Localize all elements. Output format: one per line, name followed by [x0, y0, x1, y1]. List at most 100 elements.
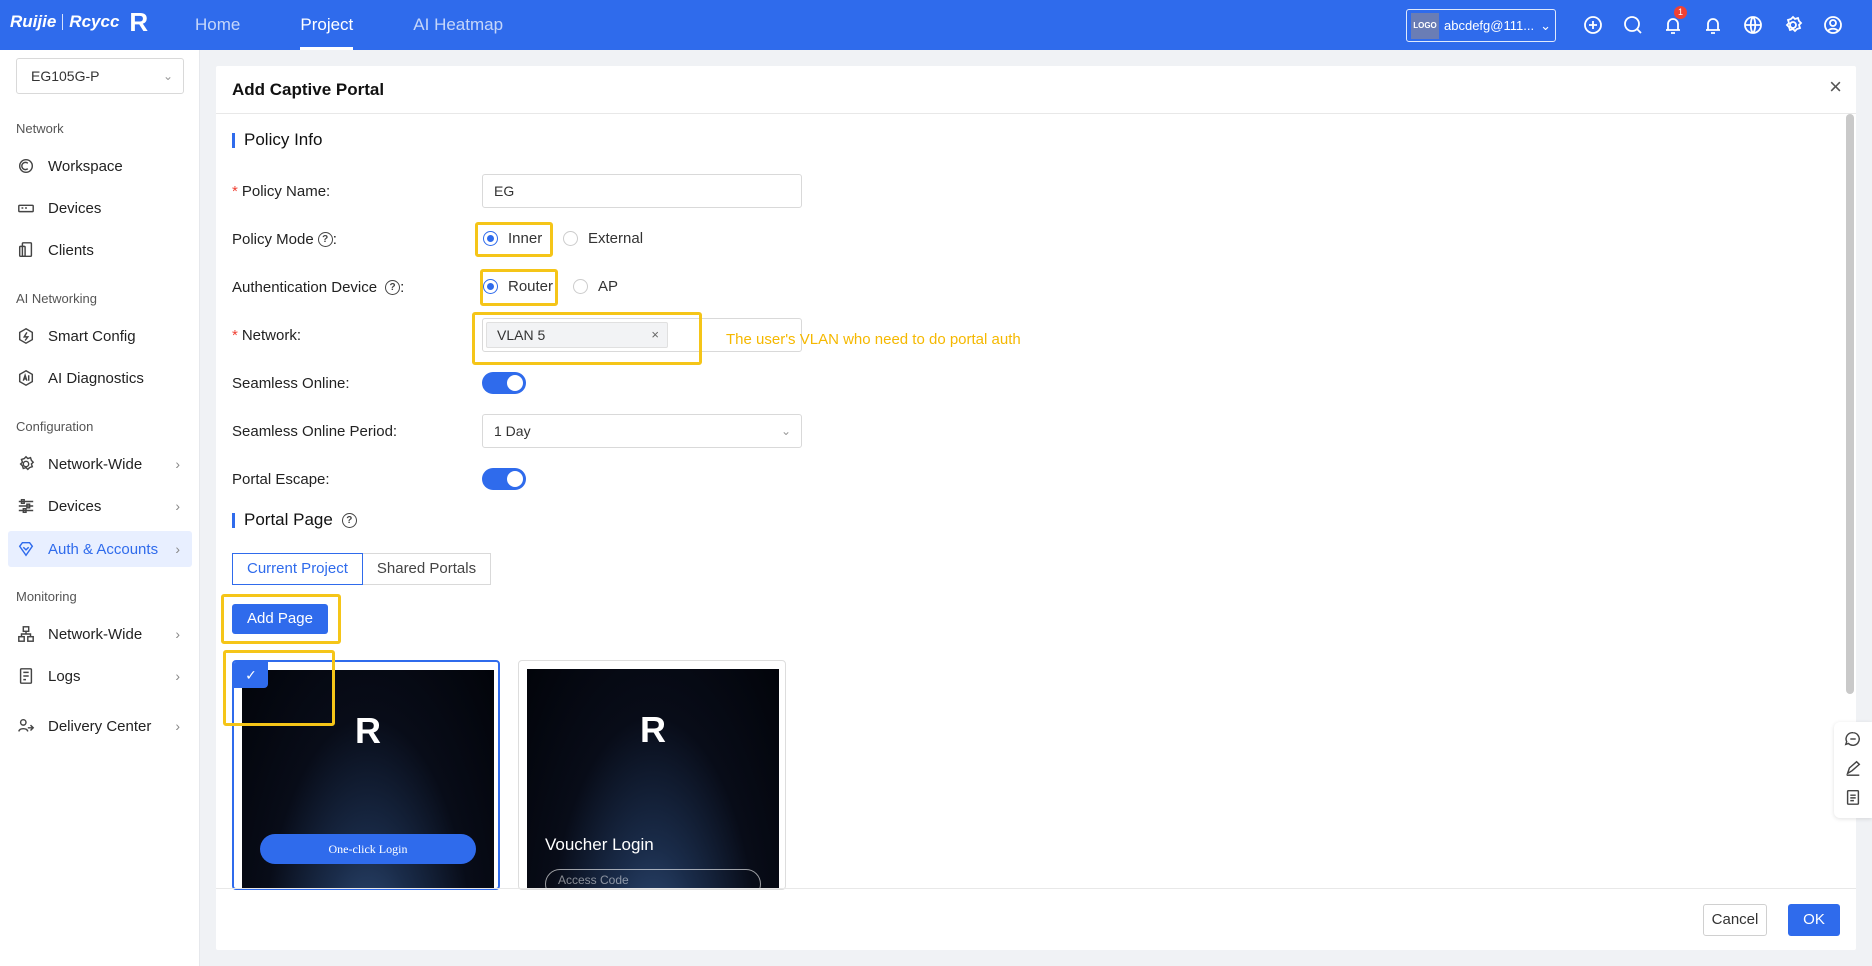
sidebar-item-clients[interactable]: Clients [8, 232, 192, 268]
sidebar-item-label: Delivery Center [48, 717, 152, 735]
tab-shared-portals[interactable]: Shared Portals [362, 553, 492, 585]
sidebar-item-config-devices[interactable]: Devices › [8, 488, 192, 524]
topology-icon [16, 624, 36, 644]
section-ai-networking: AI Networking [16, 291, 97, 306]
sidebar-item-label: Network-Wide [48, 625, 143, 643]
cancel-button[interactable]: Cancel [1703, 904, 1767, 936]
auth-device-label: Authentication Device ?: [232, 279, 404, 296]
radio-inner[interactable]: Inner [483, 230, 542, 247]
gear-icon[interactable] [1780, 12, 1806, 38]
radio-router-label: Router [508, 278, 554, 295]
chevron-down-icon: ⌄ [1540, 17, 1551, 33]
add-page-button[interactable]: Add Page [232, 604, 328, 634]
label-colon: : [400, 279, 405, 296]
seamless-online-toggle[interactable] [482, 372, 526, 394]
add-icon[interactable] [1580, 12, 1606, 38]
radio-dot [573, 279, 588, 294]
policy-name-label: * Policy Name: [232, 183, 330, 200]
r-logo-icon: R [129, 7, 149, 37]
sidebar-item-logs[interactable]: Logs › [8, 658, 192, 694]
account-switcher[interactable]: LOGO abcdefg@111.... ⌄ [1406, 9, 1556, 42]
top-bar: Ruijie Rcycc R Home Project AI Heatmap L… [0, 0, 1872, 50]
highlight-box [223, 650, 335, 726]
section-monitoring: Monitoring [16, 589, 77, 604]
radio-dot [563, 231, 578, 246]
seamless-period-select[interactable]: 1 Day ⌄ [482, 414, 802, 448]
diamond-icon [16, 539, 36, 559]
logs-icon [16, 666, 36, 686]
tab-current-project[interactable]: Current Project [232, 553, 363, 585]
nav-project[interactable]: Project [300, 0, 353, 50]
sidebar-item-label: Clients [48, 241, 94, 259]
radio-inner-label: Inner [508, 230, 543, 247]
nav-home[interactable]: Home [195, 0, 240, 50]
sidebar-item-network-wide[interactable]: Network-Wide › [8, 446, 192, 482]
sidebar-item-workspace[interactable]: Workspace [8, 148, 192, 184]
device-select[interactable]: EG105G-P ⌄ [16, 58, 184, 94]
radio-ap[interactable]: AP [573, 278, 618, 295]
portal-preview-image: R Voucher Login Access Code [527, 669, 779, 889]
bell-icon[interactable] [1700, 12, 1726, 38]
notification-badge: 1 [1674, 6, 1687, 19]
seamless-period-label: Seamless Online Period: [232, 423, 398, 440]
sidebar-item-label: Devices [48, 497, 102, 515]
one-click-login-preview: One-click Login [260, 834, 476, 864]
globe-icon[interactable] [1740, 12, 1766, 38]
close-icon[interactable]: × [1829, 76, 1842, 98]
section-configuration: Configuration [16, 419, 94, 434]
ai-diagnostics-icon [16, 368, 36, 388]
search-icon[interactable] [1620, 12, 1646, 38]
portal-card-voucher[interactable]: R Voucher Login Access Code [518, 660, 786, 890]
sidebar-item-monitoring-network-wide[interactable]: Network-Wide › [8, 616, 192, 652]
brand-logo[interactable]: Ruijie Rcycc R [10, 7, 149, 37]
voucher-login-title: Voucher Login [545, 835, 654, 854]
seamless-period-value: 1 Day [494, 423, 531, 439]
sidebar-item-smart-config[interactable]: Smart Config [8, 318, 192, 354]
main-nav: Home Project AI Heatmap [195, 0, 563, 50]
alarm-icon[interactable]: 1 [1660, 6, 1687, 38]
chevron-down-icon: ⌄ [162, 69, 173, 83]
clients-icon [16, 240, 36, 260]
sidebar-item-devices[interactable]: Devices [8, 190, 192, 226]
policy-name-input[interactable]: EG [482, 174, 802, 208]
required-mark: * [232, 183, 238, 200]
delivery-icon [16, 716, 36, 736]
feedback-icon[interactable] [1844, 759, 1862, 781]
account-name: abcdefg@111.... [1444, 18, 1536, 33]
sidebar: EG105G-P ⌄ Network Workspace Devices Cli… [0, 50, 200, 966]
policy-mode-label: Policy Mode ?: [232, 231, 337, 248]
radio-router[interactable]: Router [483, 278, 553, 295]
radio-external-label: External [588, 230, 644, 247]
section-network: Network [16, 121, 64, 136]
nav-ai-heatmap[interactable]: AI Heatmap [413, 0, 503, 50]
sidebar-item-ai-diagnostics[interactable]: AI Diagnostics [8, 360, 192, 396]
highlight-box [472, 312, 702, 365]
radio-ap-label: AP [598, 278, 619, 295]
ok-button[interactable]: OK [1788, 904, 1840, 936]
sidebar-item-auth-accounts[interactable]: Auth & Accounts › [8, 531, 192, 567]
help-icon[interactable]: ? [317, 232, 333, 247]
portal-escape-label: Portal Escape: [232, 471, 330, 488]
sidebar-item-label: Devices [48, 199, 102, 217]
brand-name: Ruijie [10, 12, 57, 31]
dialog-title: Add Captive Portal [232, 80, 385, 99]
sidebar-item-label: Workspace [48, 157, 123, 175]
chevron-right-icon: › [175, 541, 180, 557]
dialog-scrollbar[interactable] [1846, 114, 1854, 694]
access-code-preview: Access Code [545, 869, 761, 889]
brand-name-2: Rcycc [69, 12, 120, 31]
network-text: Network: [241, 327, 302, 344]
smart-config-icon [16, 326, 36, 346]
radio-dot [483, 279, 498, 294]
sidebar-item-delivery-center[interactable]: Delivery Center › [8, 708, 192, 744]
user-icon[interactable] [1820, 12, 1846, 38]
chat-icon[interactable] [1844, 730, 1862, 752]
label-colon: : [332, 231, 337, 248]
radio-external[interactable]: External [563, 230, 643, 247]
help-icon[interactable]: ? [385, 280, 401, 295]
clipboard-icon[interactable] [1844, 788, 1862, 810]
help-icon[interactable]: ? [341, 512, 357, 528]
annotation-note: The user's VLAN who need to do portal au… [726, 331, 1021, 348]
portal-escape-toggle[interactable] [482, 468, 526, 490]
account-logo: LOGO [1411, 12, 1439, 39]
